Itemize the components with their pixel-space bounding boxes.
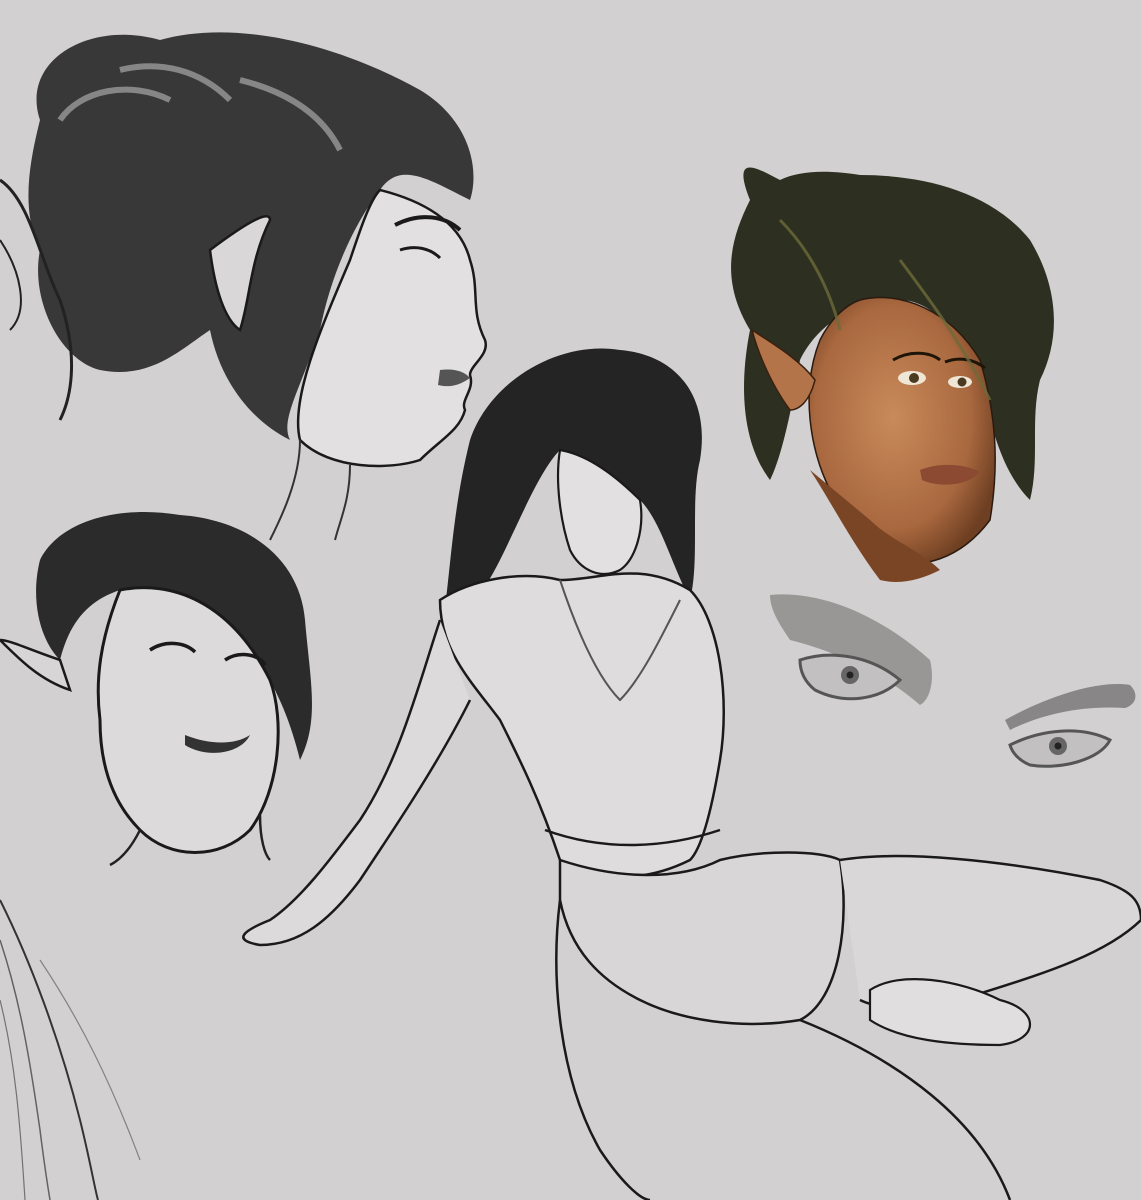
figure-torso (438, 572, 725, 879)
sketch-sheet (0, 0, 1141, 1200)
profile-head-sketch (0, 32, 488, 541)
seated-figure-sketch (242, 348, 1141, 1200)
edge-strokes (0, 899, 141, 1200)
smiling-head-sketch (0, 512, 312, 867)
color-portrait (731, 167, 1054, 582)
figure-shorts (558, 851, 845, 1026)
sketch-artwork (0, 32, 1141, 1200)
figure-foot (868, 978, 1031, 1047)
eye-study-right-brow (1005, 684, 1136, 730)
eye-studies (770, 594, 1136, 768)
